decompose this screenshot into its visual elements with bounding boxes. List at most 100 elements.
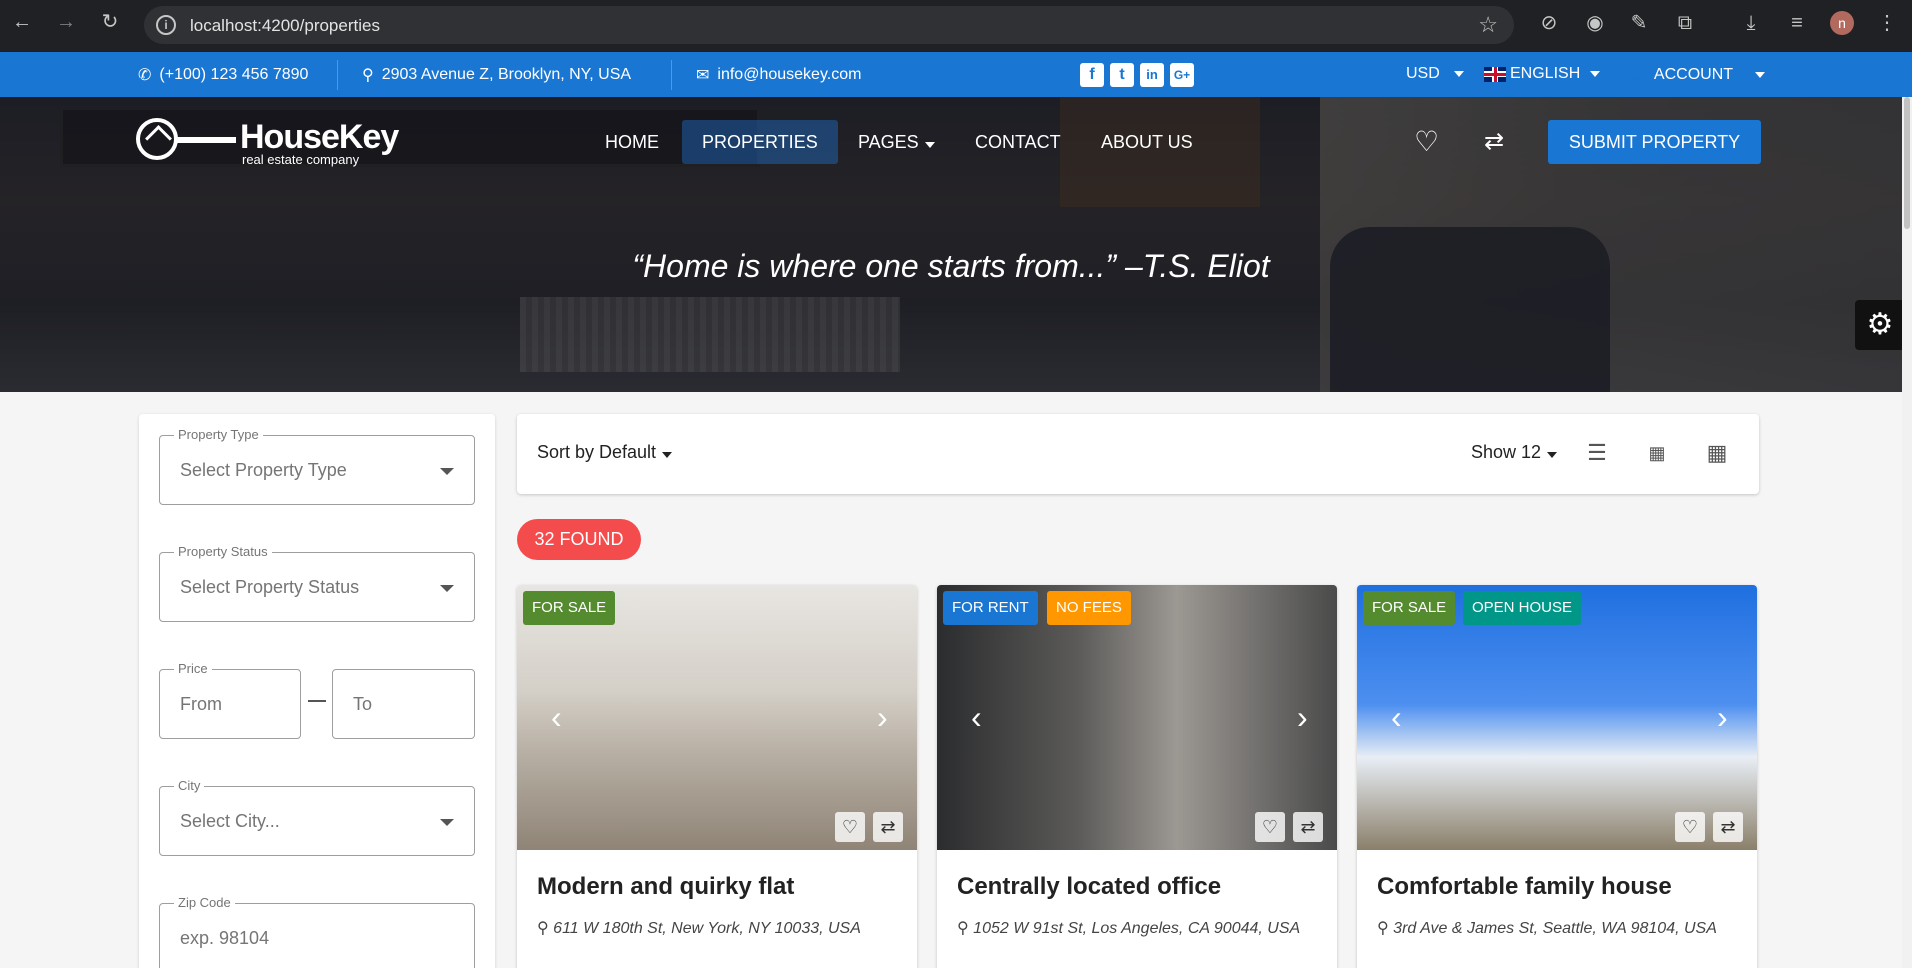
nav-home[interactable]: HOME (585, 120, 679, 164)
map-pin-icon: ⚲ (957, 920, 969, 937)
carousel-dot[interactable] (1171, 957, 1181, 967)
page-scrollbar[interactable] (1902, 97, 1912, 968)
favorite-heart-icon[interactable]: ♡ (835, 812, 865, 842)
compare-arrows-icon[interactable]: ⇄ (1713, 812, 1743, 842)
chevron-down-icon (924, 142, 935, 148)
language-dropdown[interactable]: ENGLISH (1484, 65, 1601, 83)
currency-dropdown[interactable]: USD (1406, 65, 1464, 83)
property-title[interactable]: Modern and quirky flat (537, 873, 794, 901)
carousel-dot[interactable] (1081, 957, 1091, 967)
compare-arrows-icon[interactable]: ⇄ (1484, 127, 1504, 157)
logo-tagline: real estate company (242, 152, 360, 167)
bookmark-star-icon[interactable]: ☆ (1478, 12, 1498, 38)
linkedin-icon[interactable]: in (1140, 63, 1164, 87)
currency-label: USD (1406, 65, 1440, 82)
email-text: info@housekey.com (717, 66, 862, 83)
carousel-dot[interactable] (698, 957, 708, 967)
show-count-label: Show 12 (1471, 442, 1542, 462)
property-type-select[interactable]: Property Type Select Property Type (159, 427, 475, 505)
site-info-icon[interactable]: i (156, 15, 176, 35)
google-plus-icon[interactable]: G+ (1170, 63, 1194, 87)
price-to-input[interactable]: To (332, 669, 475, 739)
site-logo[interactable]: HouseKey real estate company (136, 118, 406, 168)
back-icon[interactable]: ← (10, 10, 34, 34)
favorites-heart-icon[interactable]: ♡ (1414, 127, 1439, 157)
nav-pages[interactable]: PAGES (838, 120, 955, 164)
nav-properties[interactable]: PROPERTIES (682, 120, 838, 164)
property-title[interactable]: Centrally located office (957, 873, 1221, 901)
dropdown-arrow-icon (440, 819, 454, 826)
sort-toolbar: Sort by Default Show 12 ☰ ▦ ▦ (517, 414, 1759, 494)
property-address-text: 3rd Ave & James St, Seattle, WA 98104, U… (1393, 920, 1717, 937)
carousel-dot[interactable] (1153, 957, 1163, 967)
city-label: City (174, 778, 205, 793)
property-address: ⚲ 611 W 180th St, New York, NY 10033, US… (537, 918, 861, 938)
carousel-dot[interactable] (1117, 957, 1127, 967)
download-icon[interactable]: ⤓ (1738, 10, 1764, 36)
carousel-dot[interactable] (716, 957, 726, 967)
price-label: Price (174, 661, 212, 676)
list-view-icon[interactable]: ☰ (1584, 440, 1610, 466)
reload-icon[interactable]: ↻ (98, 10, 122, 34)
compare-arrows-icon[interactable]: ⇄ (1293, 812, 1323, 842)
grid-3-view-icon[interactable]: ▦ (1704, 440, 1730, 466)
compare-arrows-icon[interactable]: ⇄ (873, 812, 903, 842)
url-text[interactable]: localhost:4200/properties (190, 16, 380, 36)
eyedropper-icon[interactable]: ✎ (1626, 10, 1652, 36)
profile-avatar[interactable]: n (1830, 11, 1854, 35)
top-info-bar: ✆ (+100) 123 456 7890 ⚲ 2903 Avenue Z, B… (0, 52, 1912, 97)
zip-code-placeholder: exp. 98104 (180, 928, 270, 948)
property-card[interactable]: FOR SALE ‹ › ♡ ⇄ Modern and quirky flat … (517, 585, 917, 968)
price-from-input[interactable]: Price From (159, 661, 301, 739)
property-title[interactable]: Comfortable family house (1377, 873, 1672, 901)
favorite-heart-icon[interactable]: ♡ (1675, 812, 1705, 842)
extensions-puzzle-icon[interactable]: ⧉ (1672, 10, 1698, 36)
forward-icon[interactable]: → (54, 10, 78, 34)
chevron-right-icon[interactable]: › (1297, 700, 1308, 734)
address-bar[interactable]: i localhost:4200/properties ☆ (144, 6, 1514, 44)
property-status-placeholder: Select Property Status (180, 577, 360, 597)
submit-property-button[interactable]: SUBMIT PROPERTY (1548, 120, 1761, 164)
city-select[interactable]: City Select City... (159, 778, 475, 856)
scrollbar-thumb[interactable] (1904, 97, 1910, 229)
chevron-left-icon[interactable]: ‹ (551, 700, 562, 734)
phone-contact[interactable]: ✆ (+100) 123 456 7890 (138, 65, 308, 85)
property-type-placeholder: Select Property Type (180, 460, 347, 480)
chevron-right-icon[interactable]: › (1717, 700, 1728, 734)
chevron-down-icon (1755, 72, 1766, 78)
show-count-dropdown[interactable]: Show 12 (1471, 442, 1558, 463)
grid-2-view-icon[interactable]: ▦ (1644, 440, 1670, 466)
settings-gear-icon[interactable]: ⚙ (1855, 300, 1905, 350)
status-badge: OPEN HOUSE (1463, 591, 1582, 625)
account-dropdown[interactable]: 👤 ACCOUNT (1626, 65, 1766, 85)
chevron-left-icon[interactable]: ‹ (971, 700, 982, 734)
property-card[interactable]: FOR RENT NO FEES ‹ › ♡ ⇄ Centrally locat… (937, 585, 1337, 968)
carousel-dot[interactable] (1099, 957, 1109, 967)
carousel-dot[interactable] (1135, 957, 1145, 967)
sort-label: Sort by Default (537, 442, 657, 462)
chevron-right-icon[interactable]: › (877, 700, 888, 734)
facebook-icon[interactable]: f (1080, 63, 1104, 87)
property-address: ⚲ 3rd Ave & James St, Seattle, WA 98104,… (1377, 918, 1717, 938)
carousel-dot[interactable] (734, 957, 744, 967)
menu-kebab-icon[interactable]: ⋮ (1874, 10, 1900, 36)
property-status-select[interactable]: Property Status Select Property Status (159, 544, 475, 622)
carousel-dot[interactable] (680, 957, 690, 967)
nav-contact[interactable]: CONTACT (955, 120, 1081, 164)
address-text: 2903 Avenue Z, Brooklyn, NY, USA (381, 66, 632, 83)
nav-about-us[interactable]: ABOUT US (1081, 120, 1213, 164)
property-type-label: Property Type (174, 427, 263, 442)
twitter-icon[interactable]: t (1110, 63, 1134, 87)
hero-quote: “Home is where one starts from...” –T.S.… (632, 248, 1270, 284)
chevron-left-icon[interactable]: ‹ (1391, 700, 1402, 734)
media-control-icon[interactable]: ≡ (1784, 10, 1810, 36)
property-card[interactable]: FOR SALE OPEN HOUSE ‹ › ♡ ⇄ Comfortable … (1357, 585, 1757, 968)
zip-code-input[interactable]: Zip Code exp. 98104 (159, 895, 475, 968)
extension-icon[interactable]: ⊘ (1536, 10, 1562, 36)
filter-panel: Property Type Select Property Type Prope… (139, 414, 495, 968)
sort-dropdown[interactable]: Sort by Default (537, 442, 673, 463)
email-contact[interactable]: ✉ info@housekey.com (696, 65, 861, 85)
envelope-icon: ✉ (696, 67, 710, 84)
favorite-heart-icon[interactable]: ♡ (1255, 812, 1285, 842)
extension-icon[interactable]: ◉ (1582, 10, 1608, 36)
